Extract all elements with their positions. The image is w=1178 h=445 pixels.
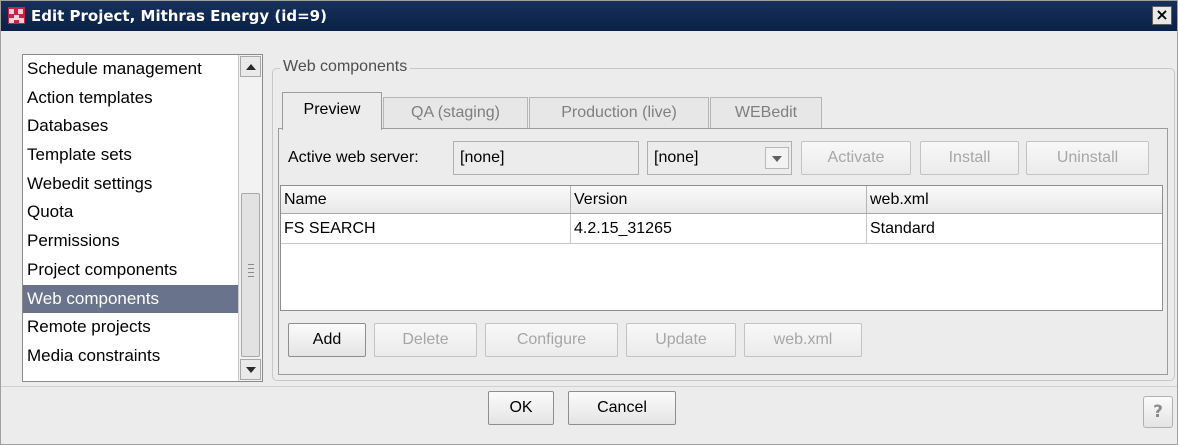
settings-category-list: Schedule management Action templates Dat… [22, 54, 263, 382]
delete-button[interactable]: Delete [374, 323, 477, 357]
active-web-server-field[interactable]: [none] [453, 141, 639, 175]
cell-name: FS SEARCH [281, 214, 571, 243]
nav-item-databases[interactable]: Databases [23, 112, 238, 141]
webxml-button[interactable]: web.xml [744, 323, 862, 357]
nav-item-remote-projects[interactable]: Remote projects [23, 313, 238, 342]
edit-project-dialog: Edit Project, Mithras Energy (id=9) × Sc… [0, 0, 1178, 445]
nav-item-quota[interactable]: Quota [23, 198, 238, 227]
active-web-server-label: Active web server: [288, 149, 419, 166]
install-button[interactable]: Install [920, 141, 1019, 175]
update-button[interactable]: Update [626, 323, 736, 357]
nav-item-action-templates[interactable]: Action templates [23, 84, 238, 113]
tab-webedit[interactable]: WEBedit [710, 97, 822, 129]
tab-qa-staging[interactable]: QA (staging) [383, 97, 528, 129]
nav-item-web-components[interactable]: Web components [23, 284, 238, 314]
footer-divider [1, 386, 1177, 387]
help-button[interactable]: ? [1143, 396, 1173, 428]
grip-icon [248, 264, 254, 278]
ok-button[interactable]: OK [488, 391, 554, 425]
chevron-down-icon [772, 156, 782, 162]
scrollbar-thumb[interactable] [241, 193, 260, 357]
cell-version: 4.2.15_31265 [571, 214, 867, 243]
nav-item-webedit-settings[interactable]: Webedit settings [23, 170, 238, 199]
tab-production-live[interactable]: Production (live) [529, 97, 709, 129]
scroll-up-button[interactable] [240, 56, 261, 77]
nav-item-schedule-management[interactable]: Schedule management [23, 55, 238, 84]
project-icon [8, 7, 25, 24]
category-items: Schedule management Action templates Dat… [23, 55, 238, 381]
nav-item-template-sets[interactable]: Template sets [23, 141, 238, 170]
web-server-select-value: [none] [654, 149, 699, 166]
close-button[interactable]: × [1152, 6, 1172, 25]
title-bar[interactable]: Edit Project, Mithras Energy (id=9) × [1, 1, 1177, 31]
nav-item-project-components[interactable]: Project components [23, 256, 238, 285]
arrow-up-icon [246, 64, 256, 70]
tab-preview[interactable]: Preview [282, 92, 382, 130]
column-header-version[interactable]: Version [571, 186, 867, 213]
column-header-webxml[interactable]: web.xml [867, 186, 1162, 213]
group-title: Web components [280, 57, 411, 77]
web-server-select[interactable]: [none] [647, 141, 792, 175]
activate-button[interactable]: Activate [801, 141, 911, 175]
table-row[interactable]: FS SEARCH 4.2.15_31265 Standard [281, 214, 1162, 244]
uninstall-button[interactable]: Uninstall [1026, 141, 1149, 175]
cancel-button[interactable]: Cancel [568, 391, 676, 425]
vertical-scrollbar[interactable] [238, 55, 262, 381]
add-button[interactable]: Add [288, 323, 366, 357]
table-header: Name Version web.xml [281, 186, 1162, 214]
cell-webxml: Standard [870, 220, 935, 237]
dropdown-button[interactable] [765, 147, 789, 169]
web-components-table: Name Version web.xml FS SEARCH 4.2.15_31… [280, 185, 1163, 311]
configure-button[interactable]: Configure [485, 323, 618, 357]
nav-item-permissions[interactable]: Permissions [23, 227, 238, 256]
window-title: Edit Project, Mithras Energy (id=9) [31, 7, 327, 25]
scroll-down-button[interactable] [240, 359, 261, 380]
column-header-name[interactable]: Name [281, 186, 571, 213]
arrow-down-icon [246, 367, 256, 373]
nav-item-media-constraints[interactable]: Media constraints [23, 342, 238, 371]
